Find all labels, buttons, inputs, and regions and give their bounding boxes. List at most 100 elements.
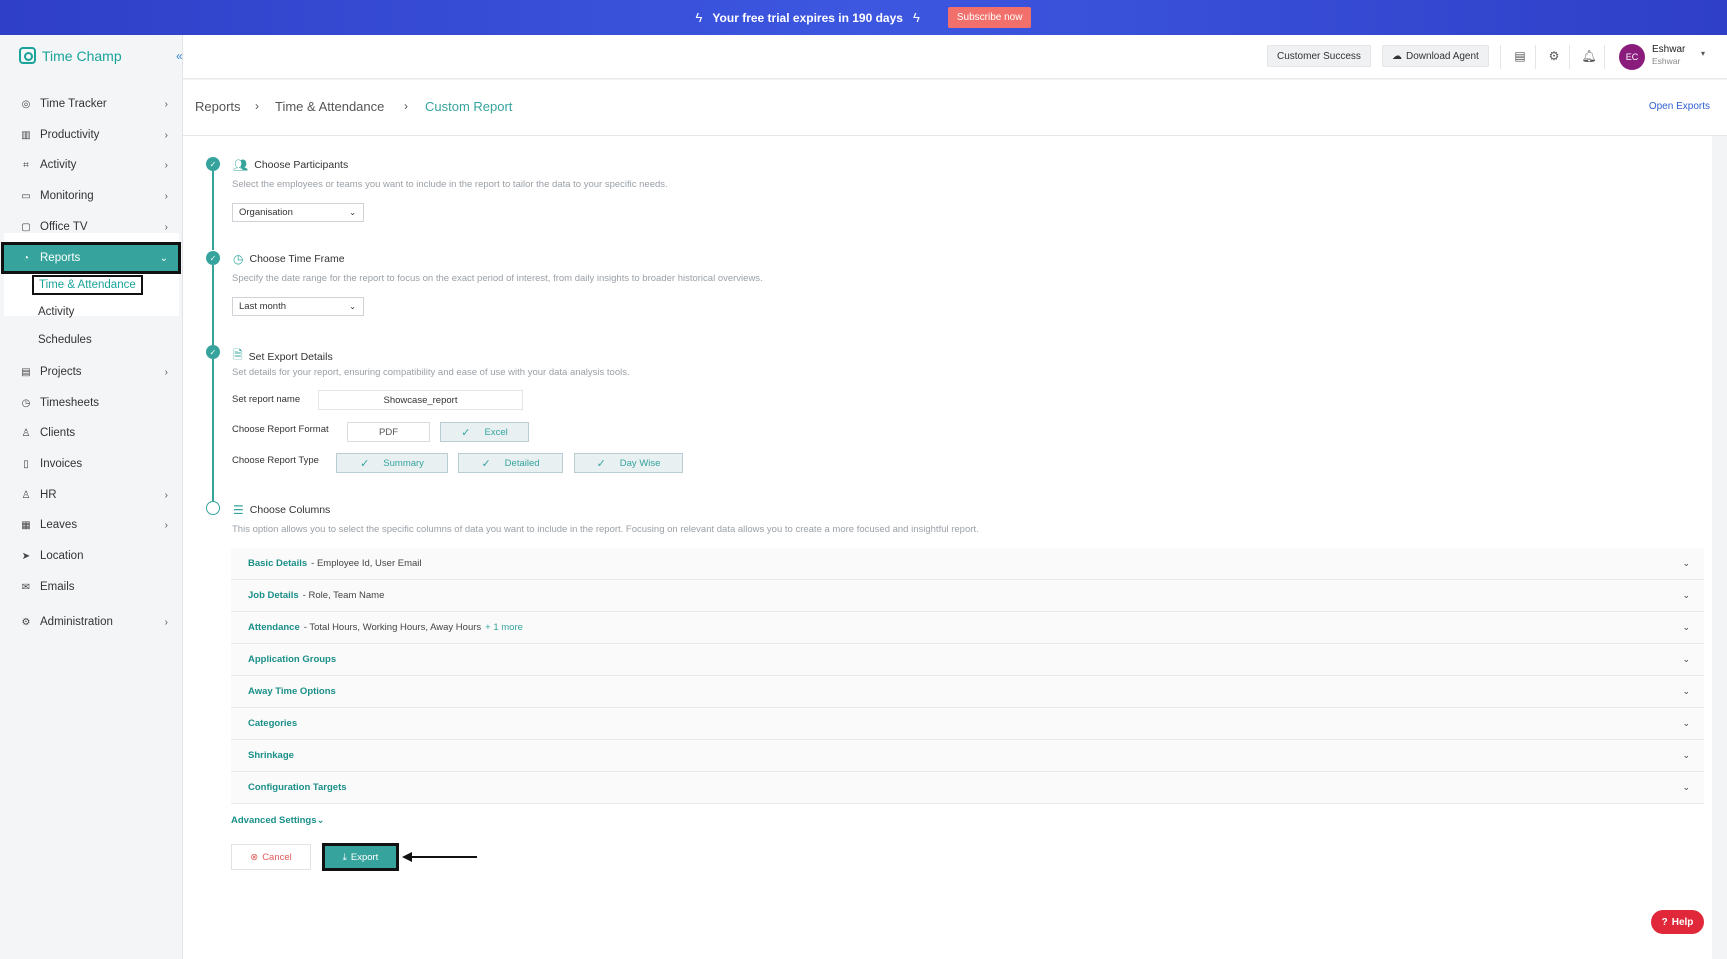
sidebar-item-label: Emails — [40, 581, 75, 593]
chevron-right-icon: › — [164, 159, 168, 171]
column-group-shrinkage[interactable]: Shrinkage ⌄ — [231, 740, 1704, 772]
column-group-application-groups[interactable]: Application Groups ⌄ — [231, 644, 1704, 676]
type-option-detailed[interactable]: ✓ Detailed — [458, 453, 563, 473]
sidebar-item-label: Monitoring — [40, 190, 94, 202]
chevron-down-icon: ⌄ — [159, 252, 168, 264]
step-connector — [212, 171, 214, 250]
advanced-settings-toggle[interactable]: Advanced Settings⌄ — [231, 815, 325, 826]
invoice-icon: ▯ — [23, 458, 29, 470]
column-group-categories[interactable]: Categories ⌄ — [231, 708, 1704, 740]
calendar-icon: ▦ — [21, 519, 31, 531]
cancel-circle-icon: ⊗ — [250, 851, 259, 863]
format-option-label: PDF — [379, 426, 398, 438]
sidebar-item-hr[interactable]: ♙ HR › — [4, 482, 178, 508]
chevron-right-icon: › — [164, 98, 168, 110]
sidebar-item-reports[interactable]: ◔ Reports ⌄ — [1, 242, 181, 274]
help-button[interactable]: ? Help — [1651, 910, 1704, 934]
column-group-job-details[interactable]: Job Details - Role, Team Name ⌄ — [231, 580, 1704, 612]
chevron-right-icon: › — [164, 221, 168, 233]
timeframe-select[interactable]: Last month ⌄ — [232, 297, 364, 316]
timer-icon: ◷ — [21, 397, 31, 409]
sidebar-subitem-time-attendance[interactable]: Time & Attendance — [32, 275, 143, 295]
customer-success-button[interactable]: Customer Success — [1267, 45, 1371, 67]
column-group-detail: - Employee Id, User Email — [311, 558, 422, 569]
trial-message: Your free trial expires in 190 days — [712, 10, 903, 25]
sidebar-item-administration[interactable]: ⚙ Administration › — [4, 609, 178, 635]
sidebar-subitem-activity[interactable]: Activity — [38, 306, 74, 318]
chevron-down-icon: ⌄ — [1682, 558, 1690, 568]
sidebar-item-label: Location — [40, 550, 84, 562]
sidebar-item-label: Clients — [40, 427, 76, 439]
sidebar-item-location[interactable]: ➤ Location — [4, 543, 178, 569]
report-name-input[interactable]: Showcase_report — [318, 390, 523, 410]
sidebar-subitem-schedules[interactable]: Schedules — [38, 334, 92, 346]
column-group-configuration-targets[interactable]: Configuration Targets ⌄ — [231, 772, 1704, 804]
column-group-attendance[interactable]: Attendance - Total Hours, Working Hours,… — [231, 612, 1704, 644]
trial-banner: ϟ Your free trial expires in 190 days ϟ … — [0, 0, 1727, 35]
collapse-sidebar-icon[interactable]: « — [176, 49, 183, 63]
sidebar-item-projects[interactable]: ▤ Projects › — [4, 359, 178, 385]
brand-logo[interactable]: Time Champ — [19, 47, 122, 64]
step-connector — [212, 265, 214, 345]
breadcrumb-time-attendance[interactable]: Time & Attendance — [275, 99, 384, 114]
check-icon: ✓ — [360, 457, 370, 470]
sidebar-item-leaves[interactable]: ▦ Leaves › — [4, 512, 178, 538]
chevron-down-icon: ⌄ — [349, 208, 356, 217]
sidebar-item-label: Leaves — [40, 519, 78, 531]
avatar[interactable]: EC — [1619, 44, 1645, 70]
chevron-down-icon: ⌄ — [1682, 654, 1690, 664]
tv-icon: ▢ — [21, 221, 31, 233]
subscribe-button[interactable]: Subscribe now — [947, 7, 1032, 28]
chevron-right-icon: › — [164, 616, 168, 628]
participants-select[interactable]: Organisation ⌄ — [232, 203, 364, 222]
sidebar-item-office-tv[interactable]: ▢ Office TV › — [4, 214, 178, 240]
timeframe-value: Last month — [239, 301, 286, 312]
chevron-down-icon: ⌄ — [1682, 718, 1690, 728]
format-option-excel[interactable]: ✓ Excel — [440, 422, 529, 442]
top-header: Customer Success ☁ Download Agent ▤ ⚙ 🔔︎… — [183, 35, 1727, 79]
sidebar-item-invoices[interactable]: ▯ Invoices — [4, 451, 178, 477]
sidebar-item-clients[interactable]: ♙ Clients — [4, 420, 178, 446]
chevron-down-icon[interactable]: ▾ — [1701, 49, 1705, 58]
breadcrumb-reports[interactable]: Reports — [195, 99, 241, 114]
file-export-icon: 🗎︎ — [233, 348, 243, 362]
column-group-basic-details[interactable]: Basic Details - Employee Id, User Email … — [231, 548, 1704, 580]
users-icon: 👥︎ — [233, 158, 249, 172]
cancel-button[interactable]: ⊗ Cancel — [231, 844, 311, 870]
sidebar-item-productivity[interactable]: ▥ Productivity › — [4, 122, 178, 148]
bell-icon[interactable]: 🔔︎ — [1581, 48, 1597, 64]
sidebar-item-timesheets[interactable]: ◷ Timesheets — [4, 390, 178, 416]
sidebar-item-label: Office TV — [40, 221, 88, 233]
chevron-down-icon: ⌄ — [1682, 590, 1690, 600]
sidebar-item-label: Administration — [40, 616, 113, 628]
chart-icon: ▥ — [21, 129, 31, 141]
sidebar-item-activity[interactable]: ⌗ Activity › — [4, 152, 178, 178]
monitor-icon: ▭ — [21, 190, 31, 202]
step-connector — [212, 359, 214, 501]
format-option-pdf[interactable]: PDF — [347, 422, 430, 442]
open-exports-link[interactable]: Open Exports — [1649, 101, 1710, 112]
export-button[interactable]: ⤓ Export — [322, 843, 399, 871]
column-group-more-link[interactable]: + 1 more — [485, 622, 523, 633]
document-icon[interactable]: ▤ — [1512, 48, 1528, 64]
type-option-label: Day Wise — [619, 457, 661, 469]
sidebar-item-label: Time Tracker — [40, 98, 107, 110]
sidebar-item-label: Timesheets — [40, 397, 100, 409]
type-option-summary[interactable]: ✓ Summary — [336, 453, 448, 473]
chevron-right-icon: › — [164, 489, 168, 501]
sidebar-item-emails[interactable]: ✉ Emails — [4, 574, 178, 600]
step-title-text: Choose Time Frame — [249, 253, 345, 265]
type-option-day-wise[interactable]: ✓ Day Wise — [574, 453, 683, 473]
chevron-down-icon: ⌄ — [349, 302, 356, 311]
user-icon: ♙ — [21, 427, 31, 439]
column-group-title: Application Groups — [248, 654, 337, 665]
sidebar-item-time-tracker[interactable]: ◎ Time Tracker › — [4, 91, 178, 117]
download-agent-button[interactable]: ☁ Download Agent — [1382, 45, 1489, 67]
activity-icon: ⌗ — [23, 159, 29, 171]
sidebar-item-monitoring[interactable]: ▭ Monitoring › — [4, 183, 178, 209]
column-group-away-time-options[interactable]: Away Time Options ⌄ — [231, 676, 1704, 708]
briefcase-icon: ▤ — [21, 366, 31, 378]
user-subtitle: Eshwar — [1652, 56, 1681, 66]
settings-icon[interactable]: ⚙ — [1546, 48, 1562, 64]
check-icon: ✓ — [596, 457, 606, 470]
